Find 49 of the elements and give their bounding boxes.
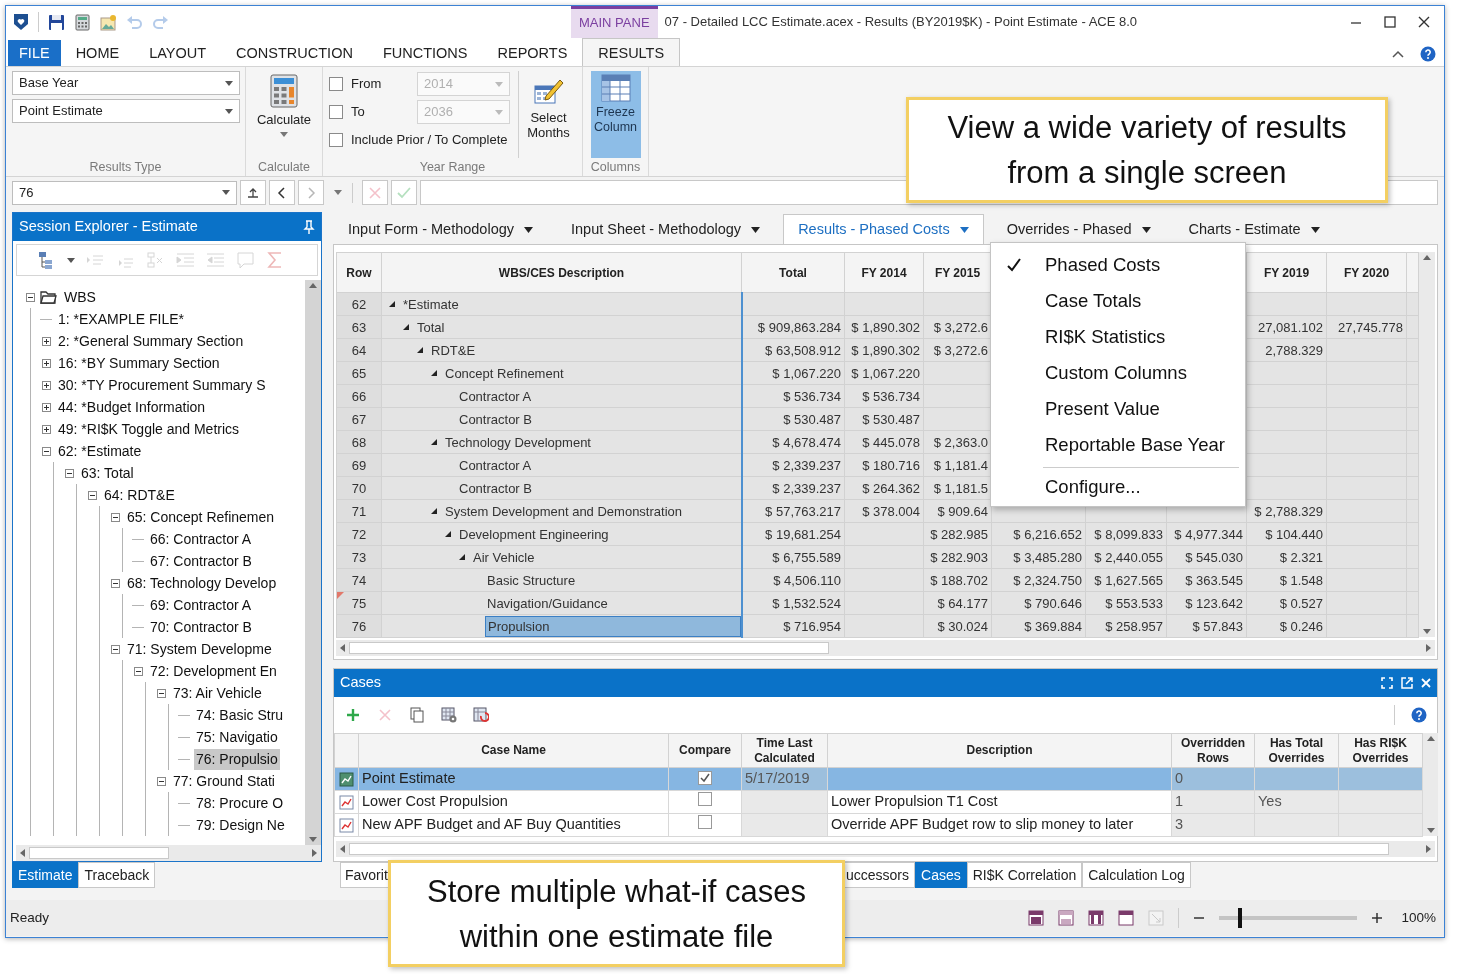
row-number: 65 xyxy=(336,361,382,385)
table-cell: Override APF Budget row to slip money to later xyxy=(827,813,1172,837)
panel-title: Cases xyxy=(340,673,382,693)
row-number: 71 xyxy=(336,499,382,523)
row-number: 64 xyxy=(336,338,382,362)
row-description: Contractor A xyxy=(458,387,533,406)
row-number: 69 xyxy=(336,453,382,477)
row-number: 72 xyxy=(336,522,382,546)
row-number: 66 xyxy=(336,384,382,408)
checkbox-label: Include Prior / To Complete xyxy=(351,131,508,150)
row-description: Contractor B xyxy=(458,479,533,498)
row-number: 74 xyxy=(336,568,382,592)
row-number: 73 xyxy=(336,545,382,569)
row-description: Total xyxy=(416,318,446,337)
row-description: Basic Structure xyxy=(486,571,577,590)
panel-title: Session Explorer - Estimate xyxy=(19,217,198,237)
row-number: 62 xyxy=(336,292,382,316)
table-cell: Point Estimate xyxy=(358,767,669,791)
callout-tooltip: Store multiple what-if cases within one estimate file xyxy=(388,860,845,967)
group-label: Year Range xyxy=(418,159,487,175)
group-label: Columns xyxy=(589,159,642,175)
row-number: 67 xyxy=(336,407,382,431)
row-description: Navigation/Guidance xyxy=(486,594,609,613)
row-description: RDT&E xyxy=(430,341,477,360)
zoom-level: 100% xyxy=(1401,908,1436,927)
row-number: 76 xyxy=(336,614,382,638)
row-description: Technology Development xyxy=(444,433,592,452)
row-description: *Estimate xyxy=(402,295,460,314)
row-number: 68 xyxy=(336,430,382,454)
checkbox-label: To xyxy=(351,103,366,122)
row-number: 63 xyxy=(336,315,382,339)
group-label: Calculate xyxy=(256,159,312,175)
callout-tooltip: View a wide variety of results from a single screen xyxy=(906,97,1388,203)
row-description: Concept Refinement xyxy=(444,364,565,383)
table-cell: Lower Propulsion T1 Cost xyxy=(827,790,1172,814)
row-number: 75 xyxy=(336,591,382,615)
row-description: Contractor B xyxy=(458,410,533,429)
table-cell: New APF Budget and AF Buy Quantities xyxy=(358,813,669,837)
table-cell: Lower Cost Propulsion xyxy=(358,790,669,814)
checkbox-label: From xyxy=(351,75,383,94)
group-label: Results Type xyxy=(88,159,163,175)
row-description: System Development and Demonstration xyxy=(444,502,683,521)
row-description: Propulsion xyxy=(485,615,741,637)
window-title: 07 - Detailed LCC Estimate.acex - Results (BY2019$K) - Point Estimate - ACE 8.0 xyxy=(663,13,1138,32)
row-number: 70 xyxy=(336,476,382,500)
row-description: Development Engineering xyxy=(458,525,610,544)
row-description: Air Vehicle xyxy=(472,548,536,567)
status-text: Ready xyxy=(10,908,50,927)
row-description: Contractor A xyxy=(458,456,533,475)
